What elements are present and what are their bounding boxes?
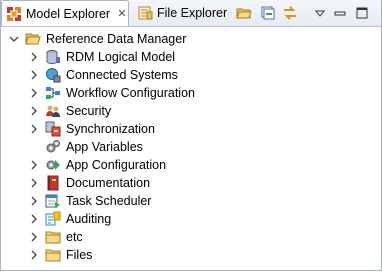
tree-item-workflow-configuration[interactable]: Workflow Configuration <box>1 84 381 102</box>
open-folder-icon <box>25 31 41 47</box>
link-with-editor-icon[interactable] <box>281 4 299 22</box>
book-icon <box>45 175 61 191</box>
tree-item-auditing[interactable]: Auditing <box>1 210 381 228</box>
tree-item-app-variables[interactable]: App Variables <box>1 138 381 156</box>
tree-item-label: Workflow Configuration <box>66 86 195 100</box>
tree-item-rdm-logical-model[interactable]: RDM Logical Model <box>1 48 381 66</box>
tree-item-files[interactable]: Files <box>1 246 381 264</box>
tree-item-connected-systems[interactable]: Connected Systems <box>1 66 381 84</box>
workflow-icon <box>45 85 61 101</box>
chevron-down-icon[interactable] <box>9 34 19 44</box>
tree-item-label: Connected Systems <box>66 68 178 82</box>
tree-item-label: App Variables <box>66 140 143 154</box>
tree-item-label: Files <box>66 248 93 262</box>
tree-item-label: Auditing <box>66 212 112 226</box>
collapse-all-icon[interactable] <box>259 4 277 22</box>
tree-item-label: Security <box>66 104 112 118</box>
tab-file-explorer[interactable]: File Explorer <box>133 1 228 25</box>
tab-label: File Explorer <box>157 6 228 20</box>
model-explorer-icon <box>6 6 22 22</box>
folder-icon <box>45 247 61 263</box>
sync-icon <box>45 121 61 137</box>
gears-icon <box>45 139 61 155</box>
file-explorer-icon <box>137 5 153 21</box>
chevron-right-icon[interactable] <box>29 124 39 134</box>
chevron-right-icon[interactable] <box>29 70 39 80</box>
tree-item-label: etc <box>66 230 83 244</box>
tree-item-app-configuration[interactable]: App Configuration <box>1 156 381 174</box>
auditing-icon <box>45 211 61 227</box>
tree-item-label: App Configuration <box>66 158 167 172</box>
tab-label: Model Explorer <box>26 6 111 21</box>
chevron-right-icon[interactable] <box>29 52 39 62</box>
chevron-right-icon[interactable] <box>29 214 39 224</box>
users-icon <box>45 103 61 119</box>
tree-item-label: RDM Logical Model <box>66 50 176 64</box>
tree-item-etc[interactable]: etc <box>1 228 381 246</box>
tree-item-synchronization[interactable]: Synchronization <box>1 120 381 138</box>
tree-item-label: Documentation <box>66 176 151 190</box>
maximize-icon[interactable] <box>353 4 371 22</box>
view-tab-bar: Model Explorer ✕ File Explorer <box>1 0 381 27</box>
chevron-right-icon[interactable] <box>29 160 39 170</box>
close-icon[interactable]: ✕ <box>116 7 128 20</box>
minimize-icon[interactable] <box>331 4 349 22</box>
database-icon <box>45 49 61 65</box>
model-tree: Reference Data Manager RDM Logical Model <box>1 27 381 264</box>
app-config-icon <box>45 157 61 173</box>
tree-root[interactable]: Reference Data Manager <box>1 30 381 48</box>
open-folder-icon[interactable] <box>235 4 253 22</box>
globe-icon <box>45 67 61 83</box>
folder-icon <box>45 229 61 245</box>
scheduler-icon <box>45 193 61 209</box>
tree-item-security[interactable]: Security <box>1 102 381 120</box>
tree-item-label: Synchronization <box>66 122 155 136</box>
tree-item-label: Reference Data Manager <box>46 32 187 46</box>
tab-model-explorer[interactable]: Model Explorer ✕ <box>1 0 129 26</box>
chevron-right-icon[interactable] <box>29 196 39 206</box>
chevron-right-icon[interactable] <box>29 88 39 98</box>
chevron-right-icon[interactable] <box>29 178 39 188</box>
tree-item-label: Task Scheduler <box>66 194 152 208</box>
chevron-right-icon[interactable] <box>29 232 39 242</box>
tree-item-task-scheduler[interactable]: Task Scheduler <box>1 192 381 210</box>
chevron-right-icon[interactable] <box>29 250 39 260</box>
chevron-right-icon[interactable] <box>29 106 39 116</box>
tree-item-documentation[interactable]: Documentation <box>1 174 381 192</box>
model-explorer-view: Model Explorer ✕ File Explorer Reference… <box>0 0 382 271</box>
view-menu-icon[interactable] <box>311 4 329 22</box>
